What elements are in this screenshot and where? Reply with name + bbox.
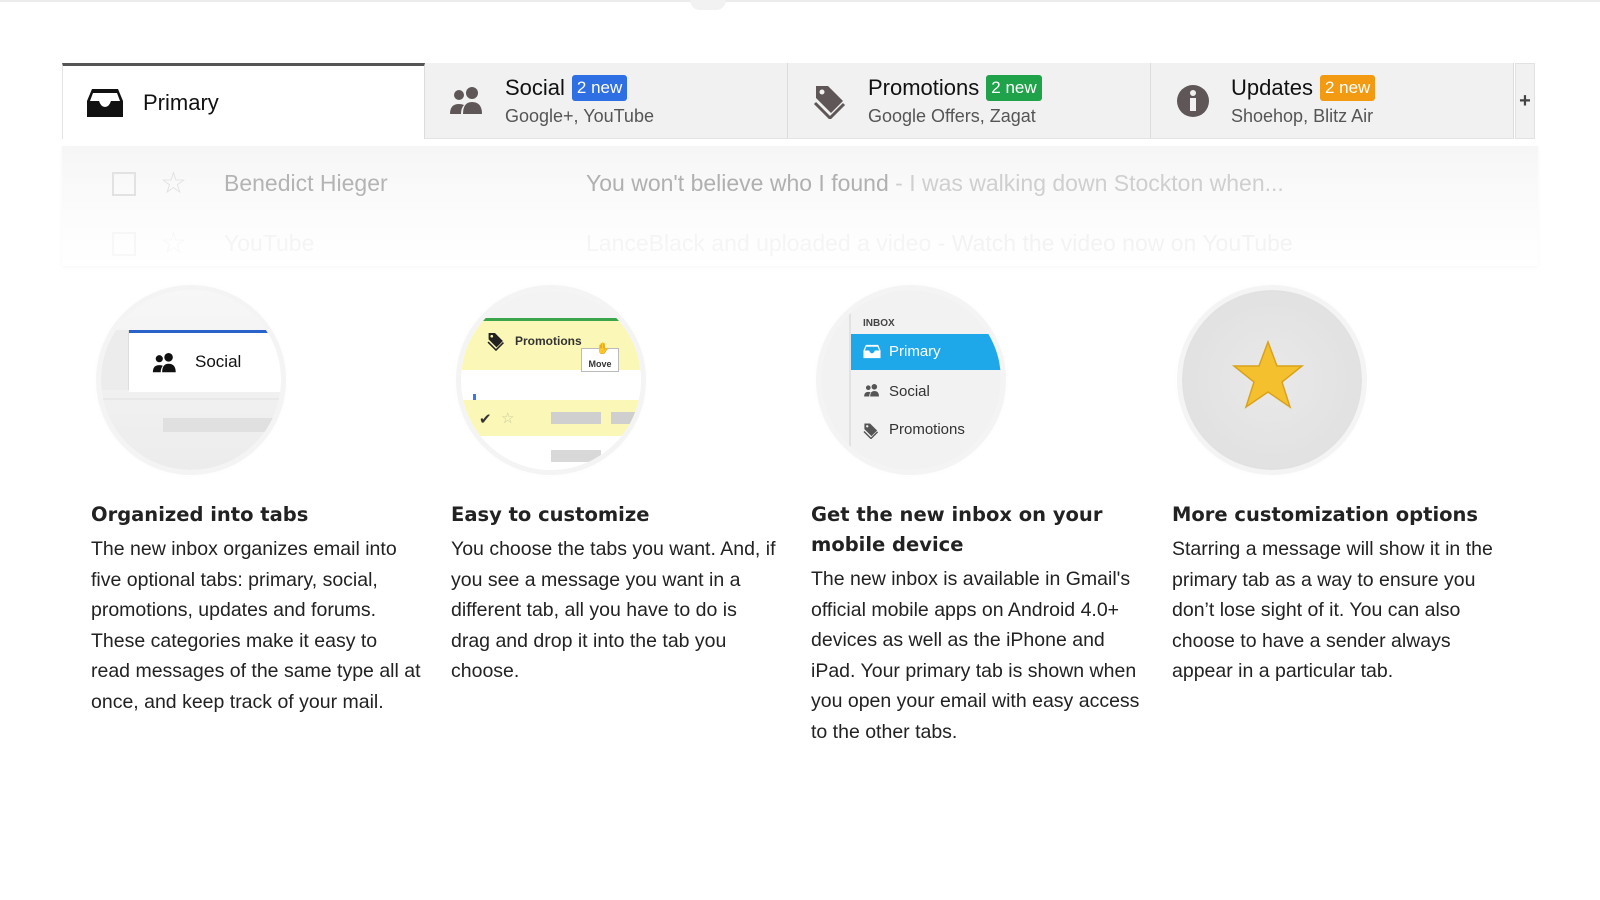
tab-updates[interactable]: Updates 2 new Shoehop, Blitz Air: [1151, 63, 1514, 139]
illustration-item-label: Promotions: [889, 421, 965, 438]
email-subject: You won't believe who I found: [586, 170, 889, 196]
email-row[interactable]: ☆ YouTube LanceBlack and uploaded a vide…: [62, 212, 1538, 272]
feature-illustration: INBOX Primary Social Promotions: [821, 290, 1001, 470]
feature-illustration: Social: [101, 290, 281, 470]
email-list: ☆ Benedict Hieger You won't believe who …: [62, 146, 1538, 266]
star-icon: [1231, 339, 1305, 415]
feature-mobile: INBOX Primary Social Promotions Get the …: [811, 290, 1141, 748]
email-sender: YouTube: [224, 230, 315, 256]
drag-hand-icon: ✋: [596, 343, 610, 355]
feature-description: You choose the tabs you want. And, if yo…: [451, 538, 776, 683]
tag-icon: [863, 422, 879, 444]
feature-description: Starring a message will show it in the p…: [1172, 538, 1493, 683]
email-subject-line: You won't believe who I found - I was wa…: [586, 170, 1284, 197]
info-icon: [1173, 81, 1213, 121]
inbox-icon: [863, 344, 881, 364]
tab-promotions[interactable]: Promotions 2 new Google Offers, Zagat: [788, 63, 1151, 139]
tab-social-senders: Google+, YouTube: [505, 105, 654, 126]
email-subject: LanceBlack and uploaded a video: [586, 230, 932, 256]
select-checkbox[interactable]: [112, 232, 136, 256]
feature-more-customization: More customization options Starring a me…: [1172, 290, 1502, 687]
people-icon: [447, 81, 487, 121]
tab-social-label: Social: [505, 74, 565, 100]
tab-social[interactable]: Social 2 new Google+, YouTube: [425, 63, 788, 139]
star-outline-icon: ☆: [501, 410, 515, 427]
feature-organized-tabs: Social Organized into tabs The new inbox…: [91, 290, 421, 718]
illustration-social-item: Social: [851, 374, 1001, 410]
feature-illustration: [1182, 290, 1362, 470]
inbox-icon: [85, 83, 125, 123]
email-snippet: - I was walking down Stockton when...: [888, 170, 1284, 196]
new-count-badge: 2 new: [1319, 74, 1376, 101]
tab-updates-label: Updates: [1231, 74, 1313, 100]
illustration-item-label: Social: [889, 383, 930, 400]
select-checkbox[interactable]: [112, 172, 136, 196]
people-icon: [151, 353, 179, 378]
illustration-inbox-header: INBOX: [863, 318, 895, 329]
add-tab-button[interactable]: +: [1515, 63, 1535, 139]
tag-icon: [810, 81, 850, 121]
illustration-tab-label: Social: [195, 352, 242, 371]
feature-title: Organized into tabs: [91, 503, 309, 526]
checkmark-icon: ✔: [479, 411, 492, 428]
tab-promotions-senders: Google Offers, Zagat: [868, 105, 1036, 126]
feature-description: The new inbox is available in Gmail's of…: [811, 568, 1140, 743]
email-sender: Benedict Hieger: [224, 170, 388, 196]
feature-description: The new inbox organizes email into five …: [91, 538, 421, 713]
illustration-promotions-item: Promotions: [851, 412, 1001, 448]
tab-updates-senders: Shoehop, Blitz Air: [1231, 105, 1374, 126]
email-subject-line: LanceBlack and uploaded a video - Watch …: [586, 230, 1293, 257]
tab-primary-label: Primary: [143, 89, 219, 115]
illustration-tab-label: Promotions: [515, 334, 582, 348]
illustration-social-tab: Social: [129, 330, 281, 392]
email-snippet: - Watch the video now on YouTube: [931, 230, 1293, 256]
feature-title: Easy to customize: [451, 503, 650, 526]
email-row[interactable]: ☆ Benedict Hieger You won't believe who …: [62, 152, 1538, 212]
new-count-badge: 2 new: [986, 74, 1042, 101]
feature-easy-customize: Promotions Move ✋ ✔ ☆ Easy to customize …: [451, 290, 781, 687]
feature-title: Get the new inbox on your mobile device: [811, 503, 1103, 556]
feature-illustration: Promotions Move ✋ ✔ ☆: [461, 290, 641, 470]
illustration-item-label: Primary: [889, 343, 941, 360]
top-notch: [690, 0, 726, 10]
tab-promotions-label: Promotions: [868, 74, 980, 100]
people-icon: [863, 384, 881, 402]
inbox-tabs: Primary Social 2 new Google+, YouTube Pr…: [62, 63, 1538, 139]
star-outline-icon[interactable]: ☆: [160, 166, 187, 201]
feature-title: More customization options: [1172, 503, 1479, 526]
tag-icon: [487, 331, 505, 356]
new-count-badge: 2 new: [571, 74, 628, 101]
illustration-primary-item: Primary: [851, 334, 1001, 370]
top-divider: [0, 0, 1600, 2]
tab-primary[interactable]: Primary: [62, 63, 425, 139]
star-outline-icon[interactable]: ☆: [160, 226, 187, 261]
